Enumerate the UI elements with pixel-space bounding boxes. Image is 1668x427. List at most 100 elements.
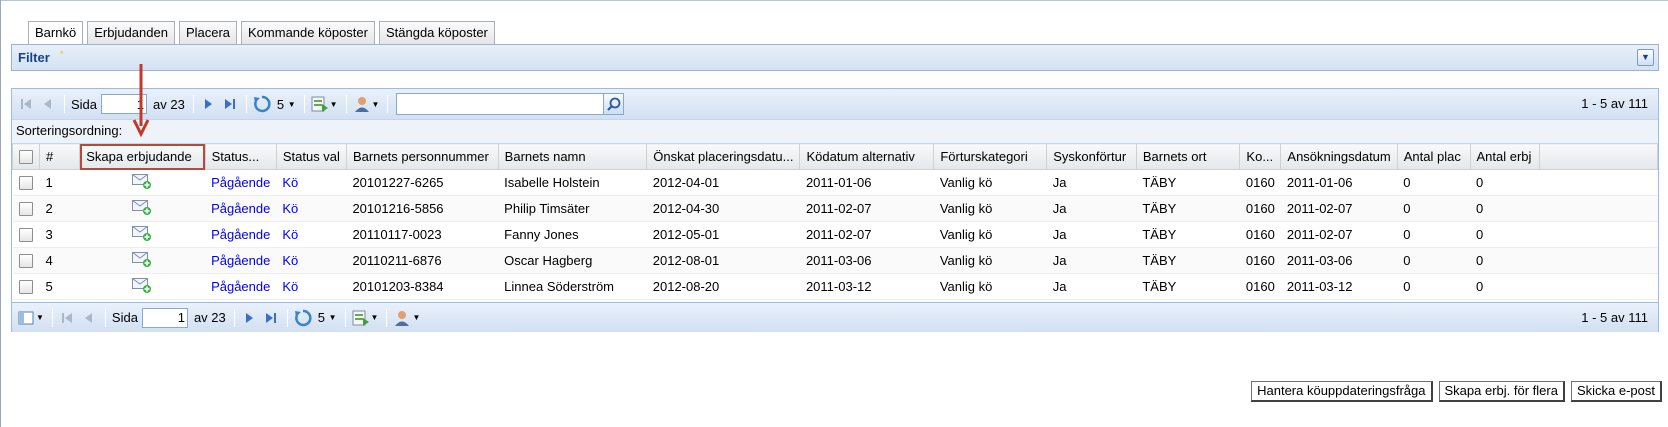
skapa-erbj-for-flera-button[interactable]: Skapa erbj. för flera	[1438, 381, 1565, 402]
table-header-row: # Skapa erbjudande Status... Status val …	[12, 143, 1658, 170]
barnets-ort-cell: TÄBY	[1136, 195, 1240, 222]
antal-erbj-cell: 0	[1470, 273, 1540, 300]
table-row[interactable]: 5 Pågående Kö 20101203-8384 Linnea Söderströ…	[12, 273, 1658, 300]
col-header-number[interactable]: #	[38, 143, 81, 170]
toolbar-separator	[387, 95, 389, 113]
search-input[interactable]	[396, 93, 605, 115]
table-row[interactable]: 3 Pågående Kö 20110117-0023 Fanny Jones 2012-…	[12, 221, 1658, 248]
status-link[interactable]: Pågående	[205, 169, 277, 196]
page-label: Sida	[71, 96, 98, 112]
last-page-icon[interactable]	[222, 96, 238, 112]
create-offer-mail-icon[interactable]	[132, 173, 152, 189]
row-checkbox[interactable]	[18, 280, 33, 295]
next-page-icon[interactable]	[241, 310, 257, 326]
create-offer-mail-icon[interactable]	[132, 225, 152, 241]
row-select-cell	[12, 221, 40, 248]
first-page-icon[interactable]	[59, 310, 75, 326]
col-header-antal-plac[interactable]: Antal plac	[1396, 143, 1471, 170]
barnets-namn-cell: Fanny Jones	[498, 221, 647, 248]
table-row[interactable]: 2 Pågående Kö 20101216-5856 Philip Timsäter 2…	[12, 195, 1658, 222]
row-checkbox[interactable]	[18, 228, 33, 243]
status-link[interactable]: Pågående	[205, 247, 277, 274]
skapa-erbjudande-cell	[79, 169, 206, 196]
col-header-onskat-placeringsdatum[interactable]: Önskat placeringsdatu...	[646, 143, 801, 170]
page-size-dropdown[interactable]: 5 ▼	[277, 97, 296, 112]
row-checkbox[interactable]	[18, 254, 33, 269]
search-icon[interactable]	[604, 93, 625, 115]
forturskategori-cell: Vanlig kö	[933, 221, 1047, 248]
refresh-icon[interactable]	[294, 309, 312, 327]
status-link[interactable]: Pågående	[205, 273, 277, 300]
forturskategori-cell: Vanlig kö	[933, 169, 1047, 196]
column-chooser-icon[interactable]: ▼	[18, 311, 44, 325]
create-offer-mail-icon[interactable]	[132, 199, 152, 215]
col-header-barnets-ort[interactable]: Barnets ort	[1135, 143, 1241, 170]
next-page-icon[interactable]	[200, 96, 216, 112]
col-header-ansokningsdatum[interactable]: Ansökningsdatum	[1280, 143, 1398, 170]
personnummer-cell: 20110211-6876	[346, 247, 499, 274]
col-header-skapa-erbjudande[interactable]: Skapa erbjudande	[79, 143, 206, 170]
syskonfortur-cell: Ja	[1046, 273, 1137, 300]
col-header-barnets-namn[interactable]: Barnets namn	[497, 143, 648, 170]
col-header-status[interactable]: Status...	[204, 143, 277, 170]
page-number-input[interactable]	[141, 307, 188, 328]
status-val-link[interactable]: Kö	[276, 221, 347, 248]
kommun-cell: 0160	[1239, 273, 1281, 300]
col-header-status-val[interactable]: Status val	[275, 143, 347, 170]
tab-placera[interactable]: Placera	[178, 21, 238, 44]
chevron-down-icon: ▼	[412, 313, 421, 322]
antal-plac-cell: 0	[1397, 169, 1470, 196]
status-link[interactable]: Pågående	[205, 221, 277, 248]
refresh-icon[interactable]	[253, 95, 271, 113]
onskat-placeringsdatum-cell: 2012-08-01	[646, 247, 800, 274]
export-icon[interactable]: ▼	[311, 96, 338, 112]
col-header-kodatum-alternativ[interactable]: Ködatum alternativ	[799, 143, 935, 170]
bottom-button-bar: Hantera köuppdateringsfråga Skapa erbj. …	[1251, 381, 1662, 402]
barnets-namn-cell: Isabelle Holstein	[498, 169, 647, 196]
col-header-syskonfortur[interactable]: Syskonförtur	[1046, 143, 1137, 170]
kommun-cell: 0160	[1239, 169, 1281, 196]
tab-erbjudanden[interactable]: Erbjudanden	[87, 21, 175, 44]
export-icon[interactable]: ▼	[352, 310, 379, 326]
status-val-link[interactable]: Kö	[276, 169, 347, 196]
record-count: 1 - 5 av 111	[1581, 96, 1648, 111]
toolbar-separator	[245, 95, 247, 113]
create-offer-mail-icon[interactable]	[132, 277, 152, 293]
hantera-button[interactable]: Hantera köuppdateringsfråga	[1251, 381, 1433, 402]
table-row[interactable]: 4 Pågående Kö 20110211-6876 Oscar Hagberg 201…	[12, 247, 1658, 274]
page-size-dropdown[interactable]: 5 ▼	[318, 310, 337, 325]
create-offer-mail-icon[interactable]	[132, 251, 152, 267]
barnets-namn-cell: Philip Timsäter	[498, 195, 647, 222]
toolbar-separator	[286, 308, 288, 327]
user-icon[interactable]: ▼	[353, 96, 379, 112]
sort-order-row: Sorteringsordning:	[12, 119, 1658, 143]
table-row[interactable]: 1 Pågående Kö 20101227-6265 Isabelle Holstei…	[12, 169, 1658, 196]
skicka-e-post-button[interactable]: Skicka e-post	[1570, 381, 1662, 402]
status-val-link[interactable]: Kö	[276, 247, 347, 274]
col-header-kommun[interactable]: Ko...	[1239, 143, 1282, 170]
page-size-value: 5	[317, 310, 325, 325]
row-number: 5	[39, 273, 80, 300]
tab-stangda-koposter[interactable]: Stängda köposter	[378, 21, 495, 44]
select-all-checkbox[interactable]	[19, 150, 33, 165]
col-header-antal-erbj[interactable]: Antal erbj	[1469, 143, 1541, 170]
chevron-down-icon: ▼	[370, 313, 379, 322]
tab-kommande-koposter[interactable]: Kommande köposter	[241, 21, 375, 44]
row-checkbox[interactable]	[18, 202, 33, 217]
syskonfortur-cell: Ja	[1046, 247, 1137, 274]
status-link[interactable]: Pågående	[205, 195, 277, 222]
row-checkbox[interactable]	[18, 176, 33, 191]
status-val-link[interactable]: Kö	[276, 273, 347, 300]
filter-panel-header[interactable]: Filter * ▼	[11, 44, 1659, 71]
col-header-forturskategori[interactable]: Förturskategori	[933, 143, 1048, 170]
col-header-personnummer[interactable]: Barnets personnummer	[345, 143, 499, 170]
prev-page-icon[interactable]	[40, 96, 56, 112]
row-select-cell	[12, 169, 40, 196]
user-icon[interactable]: ▼	[393, 310, 420, 326]
prev-page-icon[interactable]	[81, 310, 97, 326]
last-page-icon[interactable]	[263, 310, 279, 326]
first-page-icon[interactable]	[18, 96, 34, 112]
chevron-down-icon[interactable]: ▼	[1637, 49, 1654, 66]
tab-barnko[interactable]: Barnkö	[28, 21, 84, 45]
status-val-link[interactable]: Kö	[276, 195, 347, 222]
